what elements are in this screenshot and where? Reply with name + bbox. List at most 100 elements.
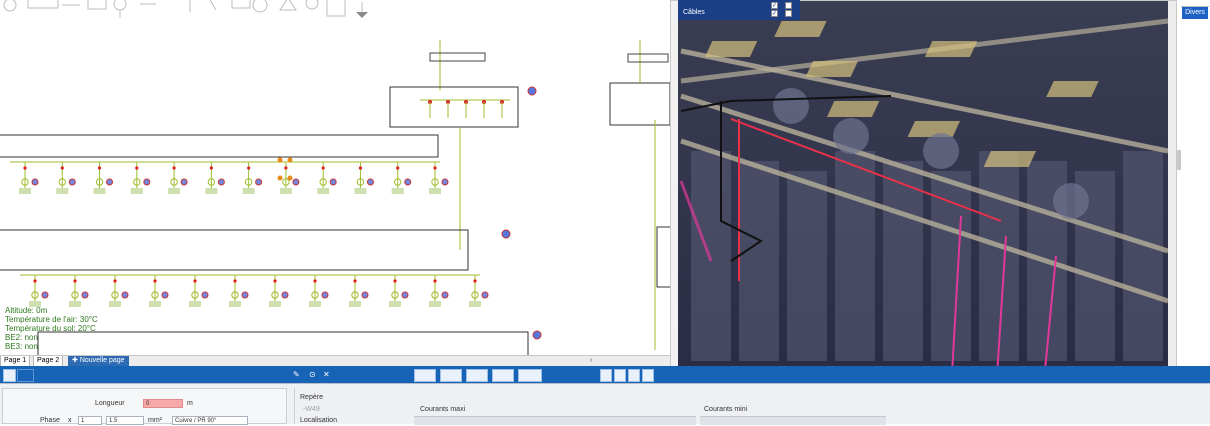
light-tray [704,41,758,57]
layout-button-5[interactable] [518,369,542,382]
breaker-dot [33,279,37,283]
breaker-dot [393,279,397,283]
switchboard-box-2 [609,82,670,126]
repere-value[interactable]: -W49 [303,406,320,413]
add-page-icon: ✚ [72,357,80,364]
circuit-label [354,188,367,194]
breaker-dot [247,166,251,170]
scroll-left-icon[interactable]: ‹ [590,356,592,366]
symbol-toolbar [0,0,380,20]
lamp-symbol [68,178,76,186]
lamp-symbol [255,178,263,186]
lamp-symbol [361,291,369,299]
tool-button-2[interactable] [614,369,626,382]
lamp-symbol [329,178,337,186]
air-temperature-text: Température de l'air: 30°C [5,315,98,324]
lamp-symbol [441,291,449,299]
schematic-canvas[interactable]: Altitude: 0m Température de l'air: 30°C … [0,20,670,355]
breaker-dot [193,279,197,283]
ground-temperature-text: Température du sol: 20°C [5,324,96,333]
3d-scene[interactable] [671,1,1177,405]
breaker-dot [113,279,117,283]
layout-button-3[interactable] [466,369,488,382]
cables-select-checkbox[interactable] [785,10,792,17]
board-edge [656,226,670,288]
divers-item[interactable]: Divers [1182,7,1208,19]
lamp-symbol [201,291,209,299]
3d-view-window[interactable] [670,0,1177,405]
rack-block [931,171,971,361]
circuit-label [469,301,481,307]
circuit-label [317,188,330,194]
tool-button-1[interactable] [600,369,612,382]
circuit-label [56,188,69,194]
distribution-board [0,229,469,271]
lamp-symbol [401,291,409,299]
phase-count-select[interactable]: 1 [78,416,102,425]
lamp-symbol [404,178,412,186]
layer-panel: ✓ Câbles ✓ [678,0,800,20]
breaker-dot [273,279,277,283]
breaker-dot [135,166,139,170]
breaker-dot [313,279,317,283]
right-panel-header [1181,0,1209,7]
courants-maxi-label: Courants maxi [420,406,466,413]
lamp-symbol [121,291,129,299]
lamp-symbol [366,178,374,186]
distribution-board [0,134,439,158]
selection-handle [277,157,283,163]
motor-symbol [527,86,537,96]
layout-button-4[interactable] [492,369,514,382]
cables-visible-checkbox[interactable]: ✓ [771,10,778,17]
circuit-label [19,188,31,194]
luminaire-sphere [1053,183,1089,219]
tool-button-3[interactable] [628,369,640,382]
breaker-dot [172,166,176,170]
grid-view-button[interactable] [3,369,16,382]
circuit-label [69,301,81,307]
lamp-symbol [321,291,329,299]
edit-icon[interactable]: ✎ [293,369,303,380]
columns-button[interactable] [17,369,34,382]
locate-icon[interactable]: ⊙ [309,369,319,380]
breaker-dot [353,279,357,283]
circuit-label [242,188,255,194]
layout-button-1[interactable] [414,369,436,382]
circuit-label [309,301,321,307]
longueur-label: Longueur [95,400,125,407]
courants-mini-table-header [700,416,886,425]
lamp-symbol [106,178,114,186]
circuit-label [229,301,241,307]
circuit-label [168,188,181,194]
rack-block [1123,151,1163,361]
breaker-dot [97,166,102,170]
circuit-label [130,188,143,194]
circuit-label [189,301,201,307]
breaker-dot [60,166,64,170]
be2-text: BE2: non [5,333,38,342]
longueur-input[interactable]: 0 [143,399,183,408]
luminaire-sphere [923,133,959,169]
right-scrollbar[interactable] [1177,150,1181,170]
layout-button-2[interactable] [440,369,462,382]
circuit-label [279,188,292,194]
schematic-drawing [0,40,670,355]
courants-maxi-table-header [414,416,696,425]
lamp-symbol [281,291,289,299]
selection-handle [287,175,293,181]
light-tray [774,21,827,37]
circuit-label [429,301,441,307]
section-select[interactable]: 1.5 [106,416,144,425]
cross-icon[interactable]: ✕ [323,369,333,380]
right-panel [1176,0,1210,366]
tool-button-4[interactable] [642,369,654,382]
rack-block [883,161,923,361]
material-select[interactable]: Cuivre / PR 90° [172,416,248,425]
cables-layer-label: Câbles [683,9,705,16]
breaker-dot [396,166,400,170]
motor-symbol-2 [532,330,542,340]
lamp-symbol [41,291,49,299]
rack-block [787,171,827,361]
lamp-symbol [241,291,249,299]
be3-text: BE3: non [5,342,38,351]
